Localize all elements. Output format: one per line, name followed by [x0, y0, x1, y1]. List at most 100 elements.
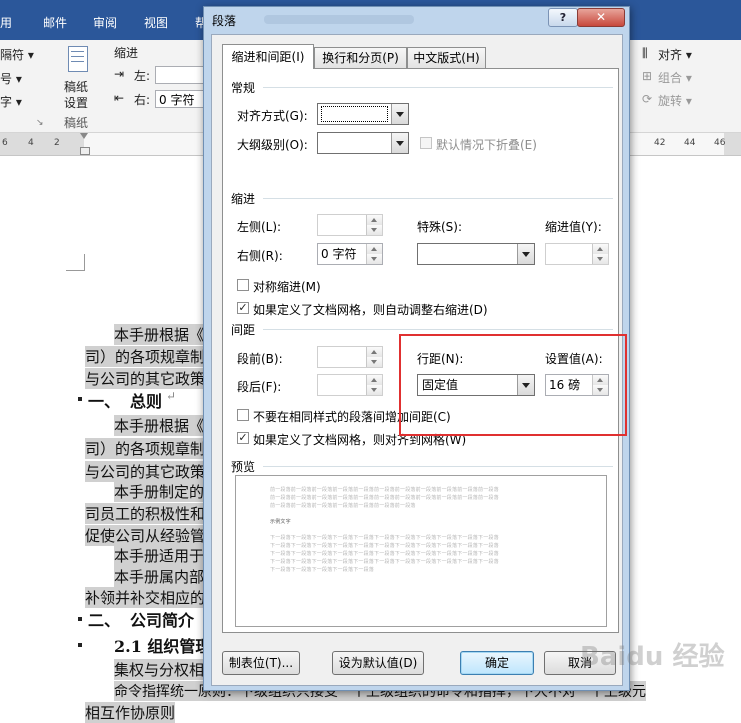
section-divider	[263, 329, 613, 330]
collapse-checkbox[interactable]	[420, 137, 432, 149]
collapse-label: 默认情况下折叠(E)	[436, 138, 537, 152]
spin-up-icon[interactable]	[366, 215, 382, 225]
bullet	[78, 397, 82, 401]
ruler-number: 42	[654, 138, 666, 148]
preview-prev-line: 前一段落前一段落前一段落前一段落前一段落前一段落前一段落前一段落前一段落前一段落…	[270, 487, 499, 493]
dialog-titlebar[interactable]: 段落 ? ✕	[204, 7, 629, 31]
outline-level-select[interactable]	[317, 132, 409, 154]
group-button[interactable]: 组合 ▾	[658, 69, 692, 86]
indent-right-input[interactable]: 0 字符	[155, 90, 205, 108]
indent-left-label: 左侧(L):	[237, 220, 282, 234]
spin-down-icon[interactable]	[592, 254, 608, 264]
indent-right-label: 右:	[134, 93, 151, 107]
indent-right-spinner[interactable]: 0 字符	[317, 243, 383, 265]
group-icon: ⊞	[642, 69, 653, 83]
section-title-general: 常规	[231, 81, 256, 95]
hyphenation-button[interactable]: 字 ▾	[0, 93, 22, 110]
ribbon-tab-view[interactable]: 视图	[144, 14, 168, 31]
preview-prev-line: 前一段落前一段落前一段落前一段落前一段落前一段落前一段落	[270, 503, 416, 509]
alignment-label: 对齐方式(G):	[237, 109, 308, 123]
ok-button[interactable]: 确定	[460, 651, 534, 675]
section-title-spacing: 间距	[231, 323, 256, 337]
mirror-indents-label: 对称缩进(M)	[253, 280, 321, 294]
heading-2: 公司简介	[130, 611, 195, 630]
section-divider	[263, 466, 613, 467]
align-button[interactable]: 对齐 ▾	[658, 46, 692, 63]
spin-down-icon[interactable]	[366, 357, 382, 367]
spin-up-icon[interactable]	[592, 244, 608, 254]
special-indent-select[interactable]	[417, 243, 535, 265]
tab-asian-typography[interactable]: 中文版式(H)	[407, 47, 486, 68]
spin-down-icon[interactable]	[366, 225, 382, 235]
ruler-number: 4	[28, 138, 34, 148]
special-indent-label: 特殊(S):	[417, 220, 463, 234]
spin-up-icon[interactable]	[366, 244, 382, 254]
section-divider	[263, 198, 613, 199]
no-space-same-style-checkbox[interactable]	[237, 409, 249, 421]
chevron-down-icon	[391, 104, 408, 124]
tabs-button[interactable]: 制表位(T)...	[222, 651, 300, 675]
breaks-button[interactable]: 隔符 ▾	[0, 46, 34, 63]
indent-by-spinner[interactable]	[545, 243, 609, 265]
preview-next-line: 下一段落下一段落下一段落下一段落下一段落	[270, 567, 375, 573]
heading-3: 2.1 组织管理	[114, 637, 212, 656]
section-title-preview: 预览	[231, 460, 256, 474]
preview-box: 前一段落前一段落前一段落前一段落前一段落前一段落前一段落前一段落前一段落前一段落…	[235, 475, 607, 627]
spacing-after-label: 段后(F):	[237, 380, 282, 394]
tab-indents-spacing[interactable]: 缩进和间距(I)	[222, 44, 314, 69]
ribbon-tab-review[interactable]: 审阅	[93, 14, 117, 31]
chevron-down-icon	[391, 133, 408, 153]
preview-next-line: 下一段落下一段落下一段落下一段落下一段落下一段落下一段落下一段落下一段落下一段落…	[270, 535, 499, 541]
doc-text-line: 促使公司从经验管理	[85, 525, 221, 546]
spacing-after-spinner[interactable]	[317, 374, 383, 396]
indent-marker-icon[interactable]	[80, 133, 88, 139]
tab-line-page-breaks[interactable]: 换行和分页(P)	[314, 47, 407, 68]
align-icon: ⫼	[642, 46, 648, 60]
close-button[interactable]: ✕	[577, 8, 625, 27]
highlight-annotation-box	[399, 334, 627, 436]
bullet	[78, 643, 82, 647]
help-button[interactable]: ?	[548, 8, 578, 27]
indent-left-input[interactable]	[155, 66, 205, 84]
spacing-before-spinner[interactable]	[317, 346, 383, 368]
ruler-number: 6	[2, 138, 8, 148]
paper-settings-label-2: 设置	[64, 96, 89, 110]
indent-marker-icon[interactable]	[80, 147, 90, 155]
heading-number: 二、	[88, 611, 121, 630]
indent-group-title: 缩进	[114, 46, 139, 60]
bullet	[78, 617, 82, 621]
ribbon-tab-mailings[interactable]: 邮件	[43, 14, 67, 31]
snap-to-grid-checkbox[interactable]: ✓	[237, 432, 249, 444]
spin-up-icon[interactable]	[366, 347, 382, 357]
spin-up-icon[interactable]	[366, 375, 382, 385]
spin-down-icon[interactable]	[366, 385, 382, 395]
doc-text-line: 司员工的积极性和创	[85, 503, 221, 524]
indent-by-label: 缩进值(Y):	[545, 220, 602, 234]
indent-right-icon: ⇤	[114, 91, 125, 105]
ruler-number: 2	[54, 138, 60, 148]
doc-text-line: 与公司的其它政策一	[85, 461, 221, 482]
preview-next-line: 下一段落下一段落下一段落下一段落下一段落下一段落下一段落下一段落下一段落下一段落…	[270, 551, 499, 557]
ruler-number: 46	[714, 138, 726, 148]
line-numbers-button[interactable]: 号 ▾	[0, 70, 22, 87]
auto-adjust-indent-checkbox[interactable]: ✓	[237, 302, 249, 314]
dialog-launcher-icon[interactable]: ↘	[36, 118, 44, 128]
outline-level-label: 大纲级别(O):	[237, 138, 308, 152]
preview-prev-line: 前一段落前一段落前一段落前一段落前一段落前一段落前一段落前一段落前一段落前一段落…	[270, 495, 499, 501]
heading-1: 总则	[130, 392, 163, 411]
paper-settings-icon	[68, 46, 88, 72]
rotate-icon: ⟳	[642, 92, 653, 106]
section-divider	[263, 87, 613, 88]
indent-left-spinner[interactable]	[317, 214, 383, 236]
paper-settings-button[interactable]: 稿纸 设置	[56, 44, 100, 110]
paper-settings-label-1: 稿纸	[64, 80, 89, 94]
indent-left-icon: ⇥	[114, 67, 125, 81]
alignment-select[interactable]	[317, 103, 409, 125]
blurred-title-area	[264, 15, 414, 24]
set-default-button[interactable]: 设为默认值(D)	[332, 651, 424, 675]
rotate-button[interactable]: 旋转 ▾	[658, 92, 692, 109]
ribbon-tab-references[interactable]: 用	[0, 14, 12, 31]
heading-number: 一、	[88, 392, 121, 411]
mirror-indents-checkbox[interactable]	[237, 279, 249, 291]
spin-down-icon[interactable]	[366, 254, 382, 264]
